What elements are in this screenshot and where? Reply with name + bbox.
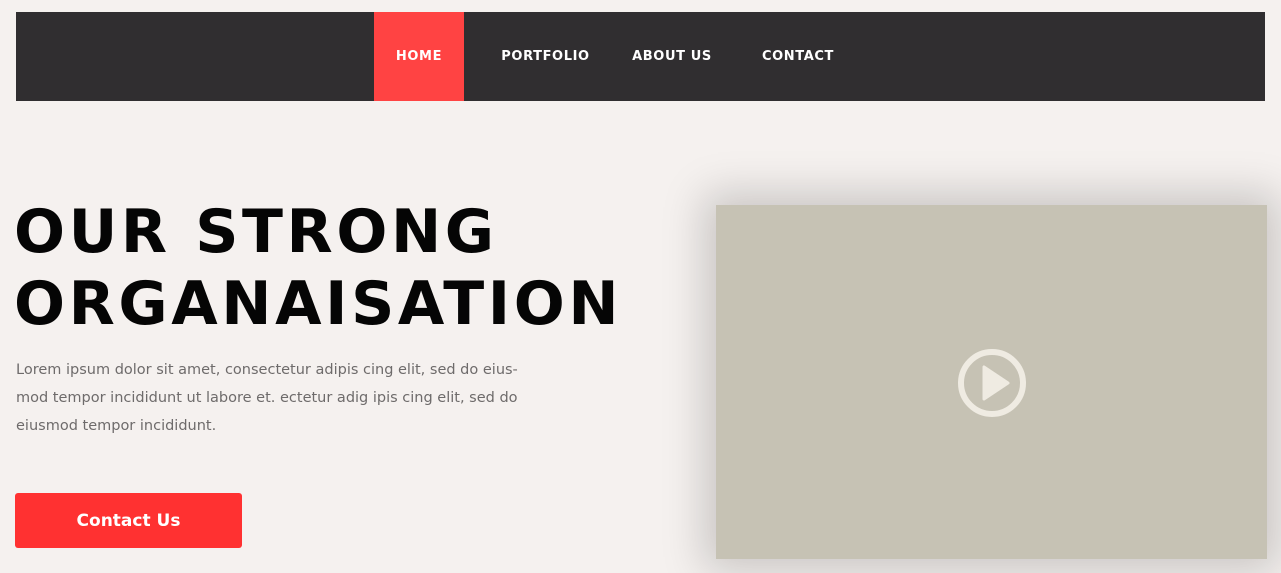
play-circle-icon-graphic — [958, 349, 1026, 417]
hero-description-line-3: eiusmod tempor incididunt. — [16, 418, 217, 434]
nav-item-about-us[interactable]: ABOUT US — [626, 12, 718, 101]
hero-description-line-1: Lorem ipsum dolor sit amet, consectetur … — [16, 362, 518, 378]
nav-item-home[interactable]: HOME — [374, 12, 464, 101]
top-navbar: HOME PORTFOLIO ABOUT US CONTACT — [16, 12, 1265, 101]
nav-item-portfolio[interactable]: PORTFOLIO — [498, 12, 593, 101]
play-circle-icon[interactable] — [957, 348, 1027, 418]
nav-item-contact[interactable]: CONTACT — [756, 12, 840, 101]
hero-title-line-1: OUR STRONG — [14, 197, 498, 267]
hero-description-line-2: mod tempor incididunt ut labore et. ecte… — [16, 390, 518, 406]
hero-description: Lorem ipsum dolor sit amet, consectetur … — [16, 356, 556, 440]
hero-title-line-2: ORGANAISATION — [14, 269, 623, 339]
hero-title: OUR STRONG ORGANAISATION — [14, 196, 622, 340]
contact-us-button[interactable]: Contact Us — [15, 493, 242, 548]
